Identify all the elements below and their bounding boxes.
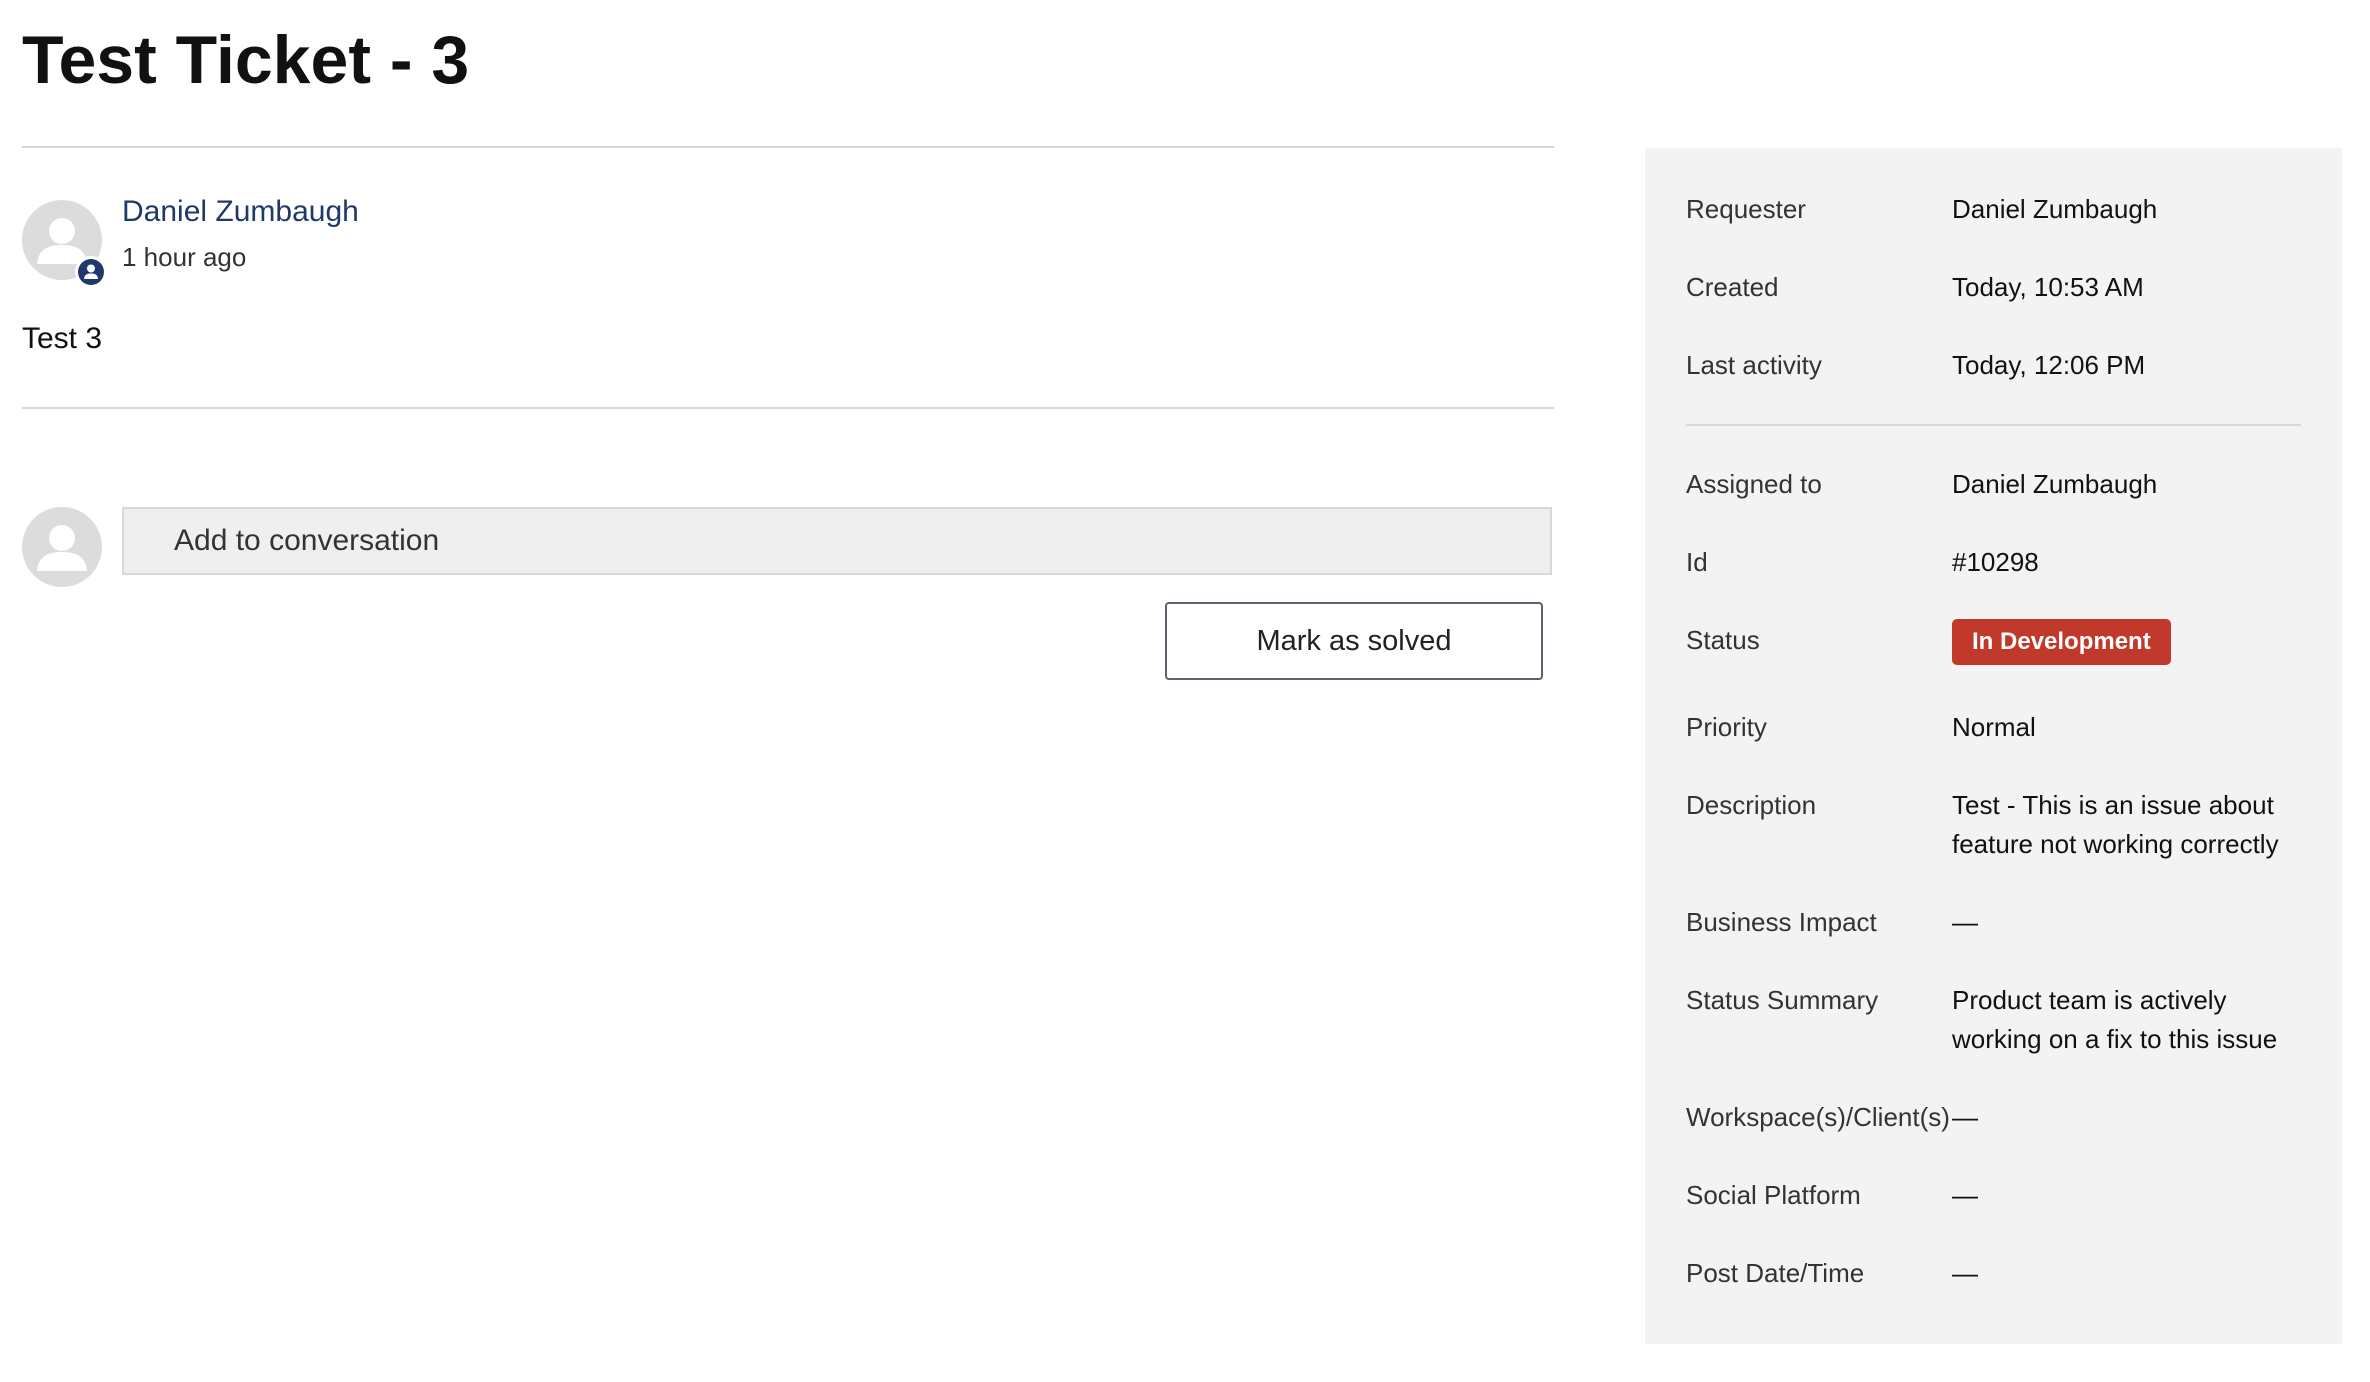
field-value: Test - This is an issue about feature no… [1952, 790, 2279, 859]
comment: Daniel Zumbaugh 1 hour ago Test 3 [22, 148, 1554, 407]
field-row-description: Description Test - This is an issue abou… [1686, 786, 2301, 864]
field-label: Social Platform [1686, 1180, 1861, 1210]
field-value: #10298 [1952, 547, 2039, 577]
detail-label: Last activity [1686, 350, 1822, 380]
field-value: Product team is actively working on a fi… [1952, 985, 2278, 1054]
field-label: Status Summary [1686, 985, 1879, 1015]
comment-body: Test 3 [22, 322, 103, 355]
comment-author-link[interactable]: Daniel Zumbaugh [122, 192, 359, 232]
add-to-conversation-input[interactable] [122, 507, 1552, 575]
field-row-id: Id #10298 [1686, 543, 2301, 582]
field-row-status-summary: Status Summary Product team is actively … [1686, 981, 2301, 1059]
detail-value: Today, 10:53 AM [1952, 272, 2144, 302]
ticket-page: Test Ticket - 3 Daniel Zumbaugh 1 hour a… [0, 0, 2370, 1382]
field-value: — [1952, 1102, 1978, 1132]
field-value: Normal [1952, 712, 2036, 742]
field-label: Workspace(s)/Client(s) [1686, 1102, 1950, 1132]
field-row-status: Status In Development [1686, 619, 2301, 665]
mark-as-solved-button[interactable]: Mark as solved [1165, 602, 1543, 680]
field-value: Daniel Zumbaugh [1952, 469, 2158, 499]
conversation: Daniel Zumbaugh 1 hour ago Test 3 Mark a… [22, 146, 1554, 689]
user-avatar-icon [22, 507, 102, 587]
field-label: Assigned to [1686, 469, 1822, 499]
detail-label: Requester [1686, 194, 1806, 224]
field-row-post-date-time: Post Date/Time — [1686, 1254, 2301, 1293]
field-label: Id [1686, 547, 1708, 577]
field-label: Status [1686, 625, 1760, 655]
detail-row-last-activity: Last activity Today, 12:06 PM [1686, 346, 2301, 385]
sidebar-divider [1686, 424, 2301, 426]
detail-row-requester: Requester Daniel Zumbaugh [1686, 190, 2301, 229]
field-value: In Development [1952, 619, 2301, 665]
field-value: — [1952, 1180, 1978, 1210]
ticket-meta-list: Requester Daniel Zumbaugh Created Today,… [1686, 190, 2301, 385]
field-label: Description [1686, 790, 1817, 820]
detail-value: Today, 12:06 PM [1952, 350, 2146, 380]
field-label: Priority [1686, 712, 1767, 742]
agent-badge-icon [75, 256, 107, 288]
field-value: — [1952, 1258, 1978, 1288]
status-badge: In Development [1952, 619, 2171, 665]
field-row-business-impact: Business Impact — [1686, 903, 2301, 942]
reply-form: Mark as solved [22, 409, 1554, 689]
detail-value: Daniel Zumbaugh [1952, 194, 2158, 224]
field-row-assigned-to: Assigned to Daniel Zumbaugh [1686, 465, 2301, 504]
field-label: Post Date/Time [1686, 1258, 1865, 1288]
field-row-priority: Priority Normal [1686, 708, 2301, 747]
field-label: Business Impact [1686, 907, 1877, 937]
page-title: Test Ticket - 3 [22, 22, 470, 98]
ticket-details-sidebar: Requester Daniel Zumbaugh Created Today,… [1645, 148, 2342, 1344]
comment-timestamp: 1 hour ago [122, 242, 247, 272]
field-value: — [1952, 907, 1978, 937]
field-row-social-platform: Social Platform — [1686, 1176, 2301, 1215]
detail-row-created: Created Today, 10:53 AM [1686, 268, 2301, 307]
detail-label: Created [1686, 272, 1779, 302]
field-row-workspaces-clients: Workspace(s)/Client(s) — [1686, 1098, 2301, 1137]
ticket-fields-list: Assigned to Daniel Zumbaugh Id #10298 St… [1686, 465, 2301, 1293]
